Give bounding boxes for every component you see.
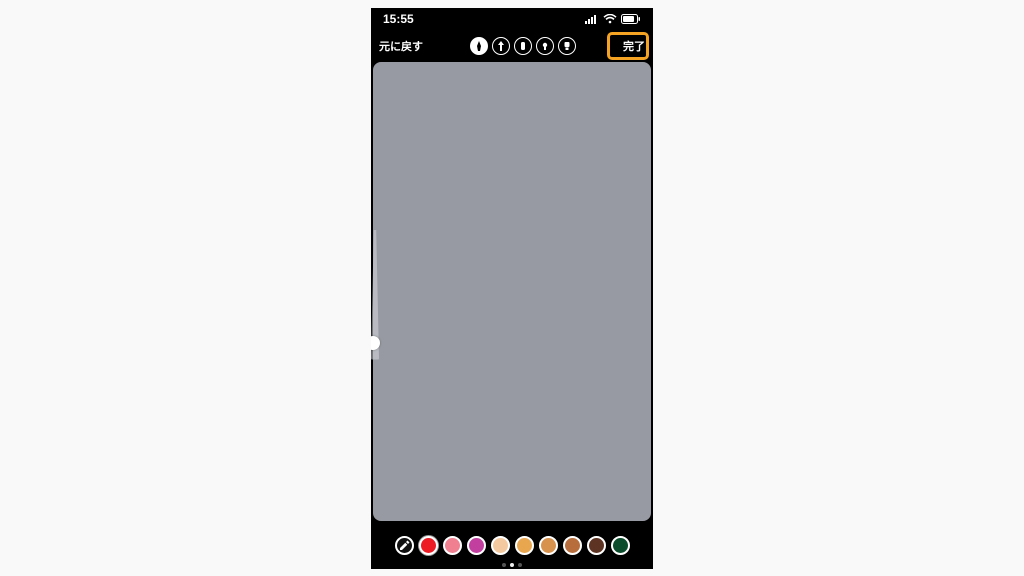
page-dot-1[interactable] <box>510 563 514 567</box>
status-time: 15:55 <box>383 12 414 26</box>
arrow-icon <box>497 41 505 51</box>
tool-eraser[interactable] <box>558 37 576 55</box>
wifi-icon <box>603 14 617 24</box>
color-swatch-6[interactable] <box>563 536 582 555</box>
eyedropper-icon <box>399 540 410 551</box>
color-swatch-1[interactable] <box>443 536 462 555</box>
page-dot-2[interactable] <box>518 563 522 567</box>
eraser-icon <box>563 41 571 51</box>
status-bar: 15:55 <box>371 8 653 30</box>
color-swatch-0[interactable] <box>419 536 438 555</box>
color-palette <box>371 536 653 555</box>
signal-icon <box>585 14 599 24</box>
palette-page-dots <box>371 563 653 567</box>
done-button[interactable]: 完了 <box>621 34 647 58</box>
undo-button[interactable]: 元に戻す <box>377 34 425 58</box>
color-swatch-8[interactable] <box>611 536 630 555</box>
battery-icon <box>621 14 641 24</box>
neon-icon <box>541 41 549 51</box>
tool-arrow[interactable] <box>492 37 510 55</box>
tool-row <box>431 37 615 55</box>
tool-neon[interactable] <box>536 37 554 55</box>
color-swatch-7[interactable] <box>587 536 606 555</box>
tool-marker[interactable] <box>514 37 532 55</box>
tool-pen[interactable] <box>470 37 488 55</box>
color-swatch-2[interactable] <box>467 536 486 555</box>
color-swatch-5[interactable] <box>539 536 558 555</box>
color-swatch-3[interactable] <box>491 536 510 555</box>
page-dot-0[interactable] <box>502 563 506 567</box>
eyedropper-button[interactable] <box>395 536 414 555</box>
phone-frame: 15:55 元に戻す <box>371 8 653 569</box>
marker-icon <box>519 41 527 51</box>
pen-icon <box>475 41 483 51</box>
status-right <box>585 14 641 24</box>
brush-size-slider[interactable] <box>371 230 381 360</box>
draw-toolbar: 元に戻す 完了 <box>371 30 653 62</box>
drawing-canvas[interactable] <box>373 62 651 521</box>
color-swatch-4[interactable] <box>515 536 534 555</box>
